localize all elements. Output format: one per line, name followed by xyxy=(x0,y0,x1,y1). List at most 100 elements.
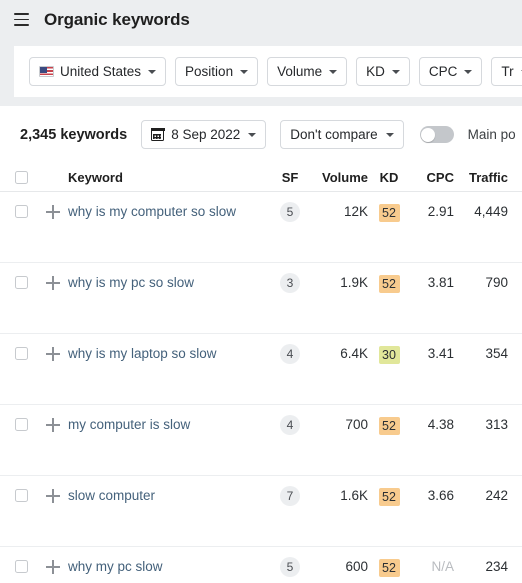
row-checkbox[interactable] xyxy=(14,205,28,218)
row-cpc-value: 2.91 xyxy=(427,204,454,219)
kd-badge: 52 xyxy=(378,488,400,506)
row-add-cell xyxy=(42,488,64,503)
row-keyword-cell: slow computer xyxy=(64,488,268,504)
keyword-link[interactable]: my computer is slow xyxy=(68,417,190,432)
row-checkbox[interactable] xyxy=(14,276,28,289)
row-add-cell xyxy=(42,204,64,219)
add-icon[interactable] xyxy=(46,418,60,432)
row-traffic-value: 313 xyxy=(485,417,508,432)
compare-dropdown[interactable]: Don't compare xyxy=(280,120,404,149)
toggle-knob xyxy=(421,127,436,142)
add-icon[interactable] xyxy=(46,489,60,503)
table-row: my computer is slow 4 700 52 4.38 313 xyxy=(0,405,522,476)
calendar-icon xyxy=(150,127,165,141)
row-volume-value: 12K xyxy=(343,204,368,219)
chevron-down-icon xyxy=(329,69,338,74)
row-add-cell xyxy=(42,559,64,574)
row-kd-cell: 52 xyxy=(368,417,410,435)
row-add-cell xyxy=(42,346,64,361)
add-icon[interactable] xyxy=(46,560,60,574)
date-picker-button[interactable]: 8 Sep 2022 xyxy=(141,120,267,149)
row-cpc-value: N/A xyxy=(431,559,454,574)
keyword-link[interactable]: why is my laptop so slow xyxy=(68,346,217,361)
row-volume-value: 6.4K xyxy=(340,346,368,361)
kd-badge: 52 xyxy=(378,275,400,293)
keyword-link[interactable]: why my pc slow xyxy=(68,559,163,574)
row-add-cell xyxy=(42,417,64,432)
add-icon[interactable] xyxy=(46,276,60,290)
row-kd-cell: 52 xyxy=(368,559,410,577)
row-select-cell xyxy=(0,204,42,218)
row-add-cell xyxy=(42,275,64,290)
row-select-cell xyxy=(0,346,42,360)
row-cpc-value: 4.38 xyxy=(427,417,454,432)
chevron-down-icon xyxy=(248,132,257,137)
row-kd-cell: 52 xyxy=(368,488,410,506)
filter-position[interactable]: Position xyxy=(175,57,259,86)
filter-country-label: United States xyxy=(60,64,142,79)
chevron-down-icon xyxy=(385,132,394,137)
row-cpc-value: 3.66 xyxy=(427,488,454,503)
sf-badge: 7 xyxy=(280,486,300,506)
keyword-link[interactable]: slow computer xyxy=(68,488,155,503)
row-traffic-value: 354 xyxy=(485,346,508,361)
table-row: why is my laptop so slow 4 6.4K 30 3.41 354 xyxy=(0,334,522,405)
row-kd-cell: 52 xyxy=(368,275,410,293)
row-cpc-value: 3.81 xyxy=(427,275,454,290)
row-select-cell xyxy=(0,275,42,289)
filter-country[interactable]: United States xyxy=(29,57,167,86)
date-picker-value: 8 Sep 2022 xyxy=(171,127,241,142)
row-select-cell xyxy=(0,559,42,573)
filter-cpc[interactable]: CPC xyxy=(418,57,483,86)
filter-volume[interactable]: Volume xyxy=(267,57,348,86)
row-checkbox[interactable] xyxy=(14,418,28,431)
table-body: why is my computer so slow 5 12K 52 2.91 4,44… xyxy=(0,192,522,583)
hamburger-menu-icon[interactable] xyxy=(9,8,33,32)
keyword-count: 2,345 keywords xyxy=(20,126,128,143)
row-volume-value: 1.9K xyxy=(340,275,368,290)
row-traffic-value: 4,449 xyxy=(474,204,508,219)
us-flag-icon xyxy=(39,66,54,77)
column-header-volume[interactable]: Volume xyxy=(312,170,368,185)
row-volume-value: 600 xyxy=(345,559,368,574)
keywords-table: Keyword SF Volume KD CPC Traffic why is … xyxy=(0,163,522,583)
row-checkbox[interactable] xyxy=(14,489,28,502)
table-row: why is my pc so slow 3 1.9K 52 3.81 790 xyxy=(0,263,522,334)
row-sf-cell: 4 xyxy=(268,415,312,435)
column-header-cpc[interactable]: CPC xyxy=(410,170,454,185)
sf-badge: 4 xyxy=(280,415,300,435)
row-keyword-cell: why is my pc so slow xyxy=(64,275,268,291)
page-title: Organic keywords xyxy=(44,9,190,29)
filter-kd-label: KD xyxy=(366,64,385,79)
main-positions-label: Main po xyxy=(467,127,516,142)
stats-bar: 2,345 keywords 8 Sep 2022 Don't compare … xyxy=(0,106,522,163)
filter-traffic[interactable]: Tr xyxy=(491,57,522,86)
column-header-traffic[interactable]: Traffic xyxy=(454,170,508,185)
kd-badge: 52 xyxy=(378,559,400,577)
column-header-keyword[interactable]: Keyword xyxy=(64,170,268,185)
row-checkbox[interactable] xyxy=(14,560,28,573)
row-sf-cell: 5 xyxy=(268,557,312,577)
compare-dropdown-value: Don't compare xyxy=(290,127,378,142)
row-checkbox[interactable] xyxy=(14,347,28,360)
row-keyword-cell: why my pc slow xyxy=(64,559,268,575)
keyword-link[interactable]: why is my computer so slow xyxy=(68,204,236,219)
row-traffic-value: 242 xyxy=(485,488,508,503)
kd-badge: 52 xyxy=(378,204,400,222)
row-volume-value: 700 xyxy=(345,417,368,432)
column-header-kd[interactable]: KD xyxy=(368,170,410,185)
row-sf-cell: 5 xyxy=(268,202,312,222)
row-select-cell xyxy=(0,417,42,431)
select-all-checkbox[interactable] xyxy=(14,171,28,184)
add-icon[interactable] xyxy=(46,205,60,219)
filter-kd[interactable]: KD xyxy=(356,57,410,86)
keyword-link[interactable]: why is my pc so slow xyxy=(68,275,194,290)
table-row: why my pc slow 5 600 52 N/A 234 xyxy=(0,547,522,583)
row-keyword-cell: my computer is slow xyxy=(64,417,268,433)
chevron-down-icon xyxy=(391,69,400,74)
column-header-sf[interactable]: SF xyxy=(268,170,312,185)
top-header-bar: Organic keywords xyxy=(0,0,522,39)
filter-traffic-label: Tr xyxy=(501,64,514,79)
add-icon[interactable] xyxy=(46,347,60,361)
main-positions-toggle[interactable] xyxy=(419,126,454,143)
